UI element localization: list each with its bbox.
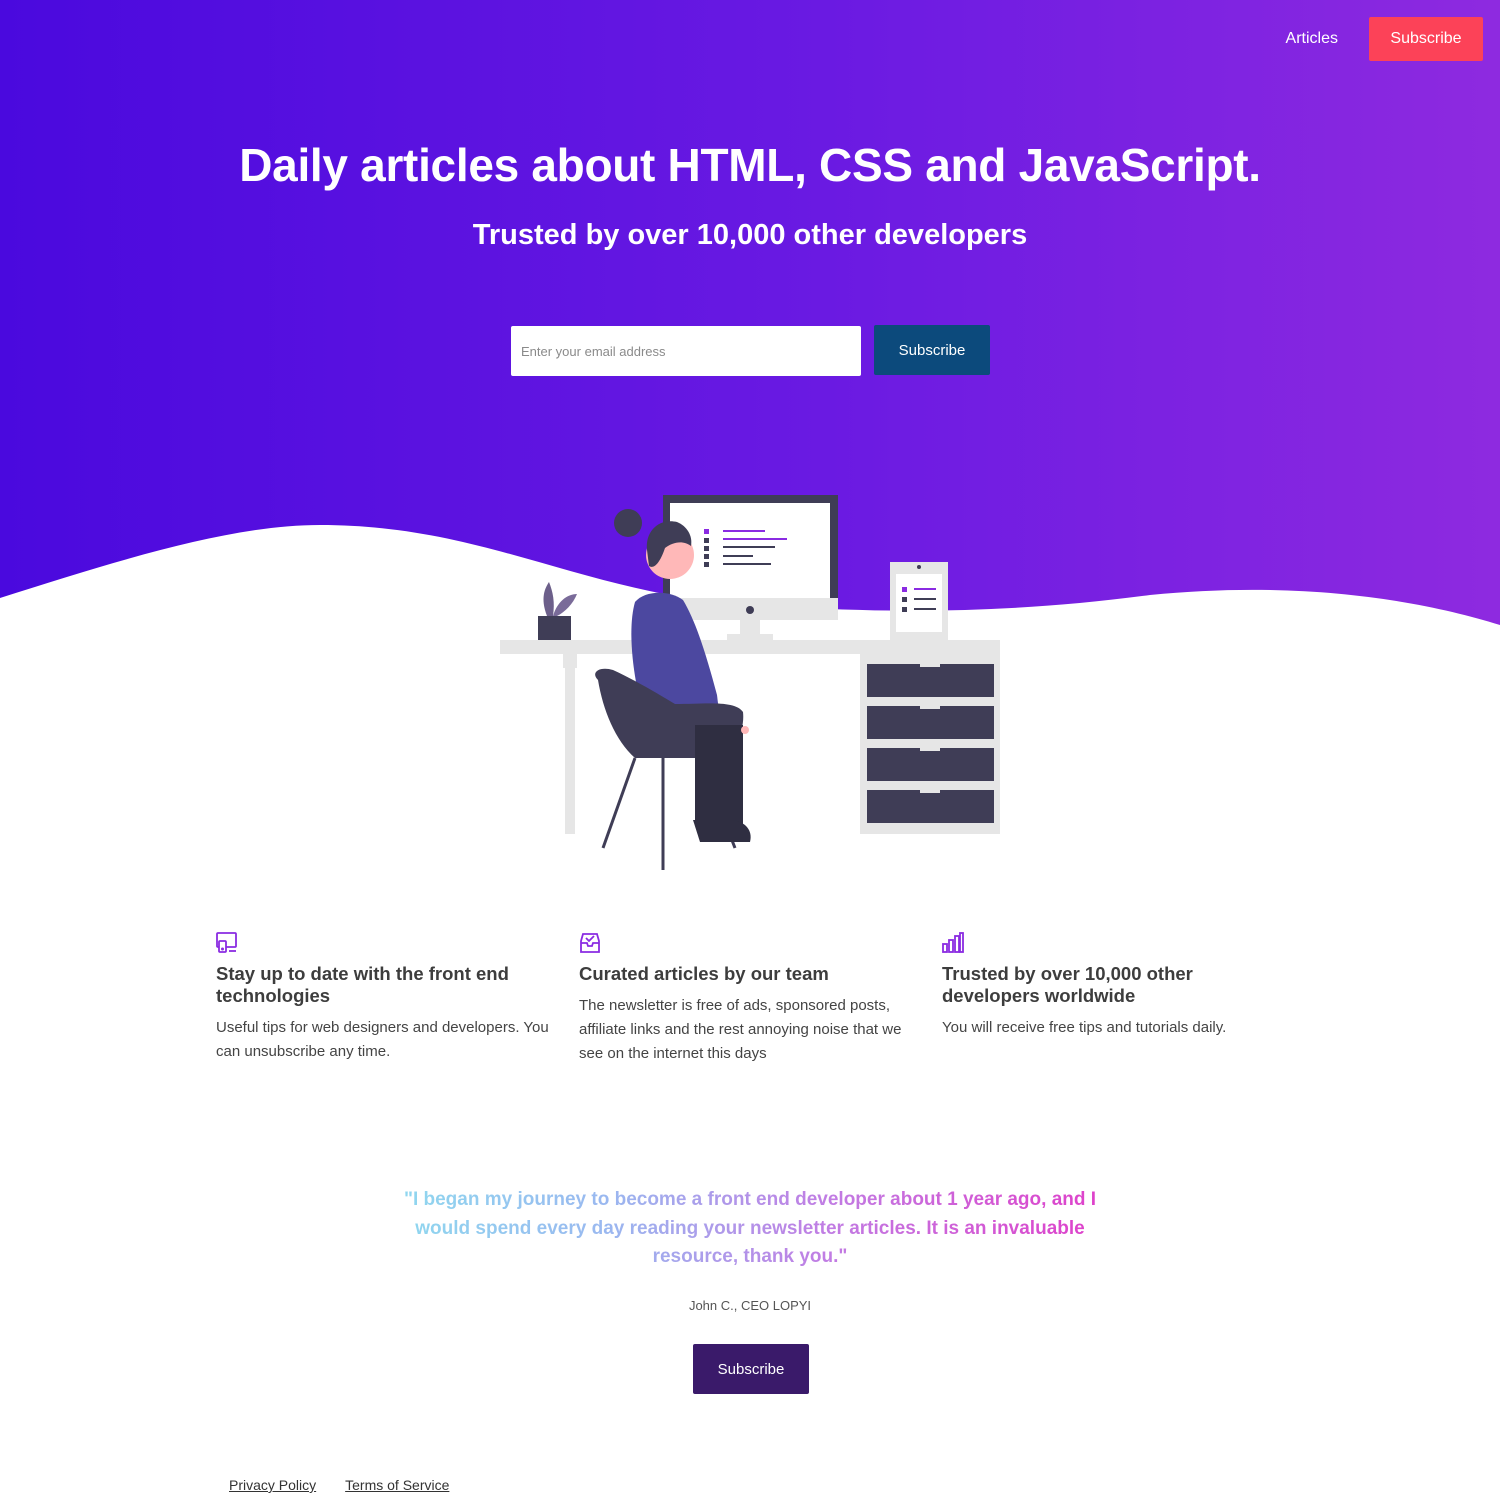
hero-subtitle: Trusted by over 10,000 other developers [472,219,1028,251]
developer-at-desk-illustration [500,495,1000,870]
feature-curated: Curated articles by our team The newslet… [579,932,919,1066]
feature-frontend: Stay up to date with the front end techn… [216,932,556,1064]
hero-subscribe-button[interactable]: Subscribe [874,325,990,375]
hero-title: Daily articles about HTML, CSS and JavaS… [239,139,1261,191]
testimonial-quote: "I began my journey to become a front en… [390,1186,1110,1272]
feature-title: Trusted by over 10,000 other developers … [942,963,1193,1006]
privacy-policy-link[interactable]: Privacy Policy [229,1477,316,1493]
nav-articles-link[interactable]: Articles [1286,30,1338,48]
feature-text: The newsletter is free of ads, sponsored… [579,997,902,1062]
top-nav: Articles Subscribe [1286,17,1483,61]
devices-icon [216,932,237,953]
bar-chart-icon [942,932,964,953]
feature-text: You will receive free tips and tutorials… [942,1019,1227,1036]
email-input[interactable] [511,326,861,376]
terms-of-service-link[interactable]: Terms of Service [345,1477,449,1493]
nav-subscribe-button[interactable]: Subscribe [1369,17,1483,61]
feature-trusted: Trusted by over 10,000 other developers … [942,932,1282,1040]
feature-text: Useful tips for web designers and develo… [216,1019,549,1060]
inbox-icon [580,933,600,953]
testimonial-author: John C., CEO LOPYI [688,1298,812,1313]
feature-title: Curated articles by our team [579,963,829,984]
bottom-subscribe-button[interactable]: Subscribe [693,1344,809,1394]
footer: Privacy Policy Terms of Service [229,1477,478,1493]
feature-title: Stay up to date with the front end techn… [216,963,509,1006]
